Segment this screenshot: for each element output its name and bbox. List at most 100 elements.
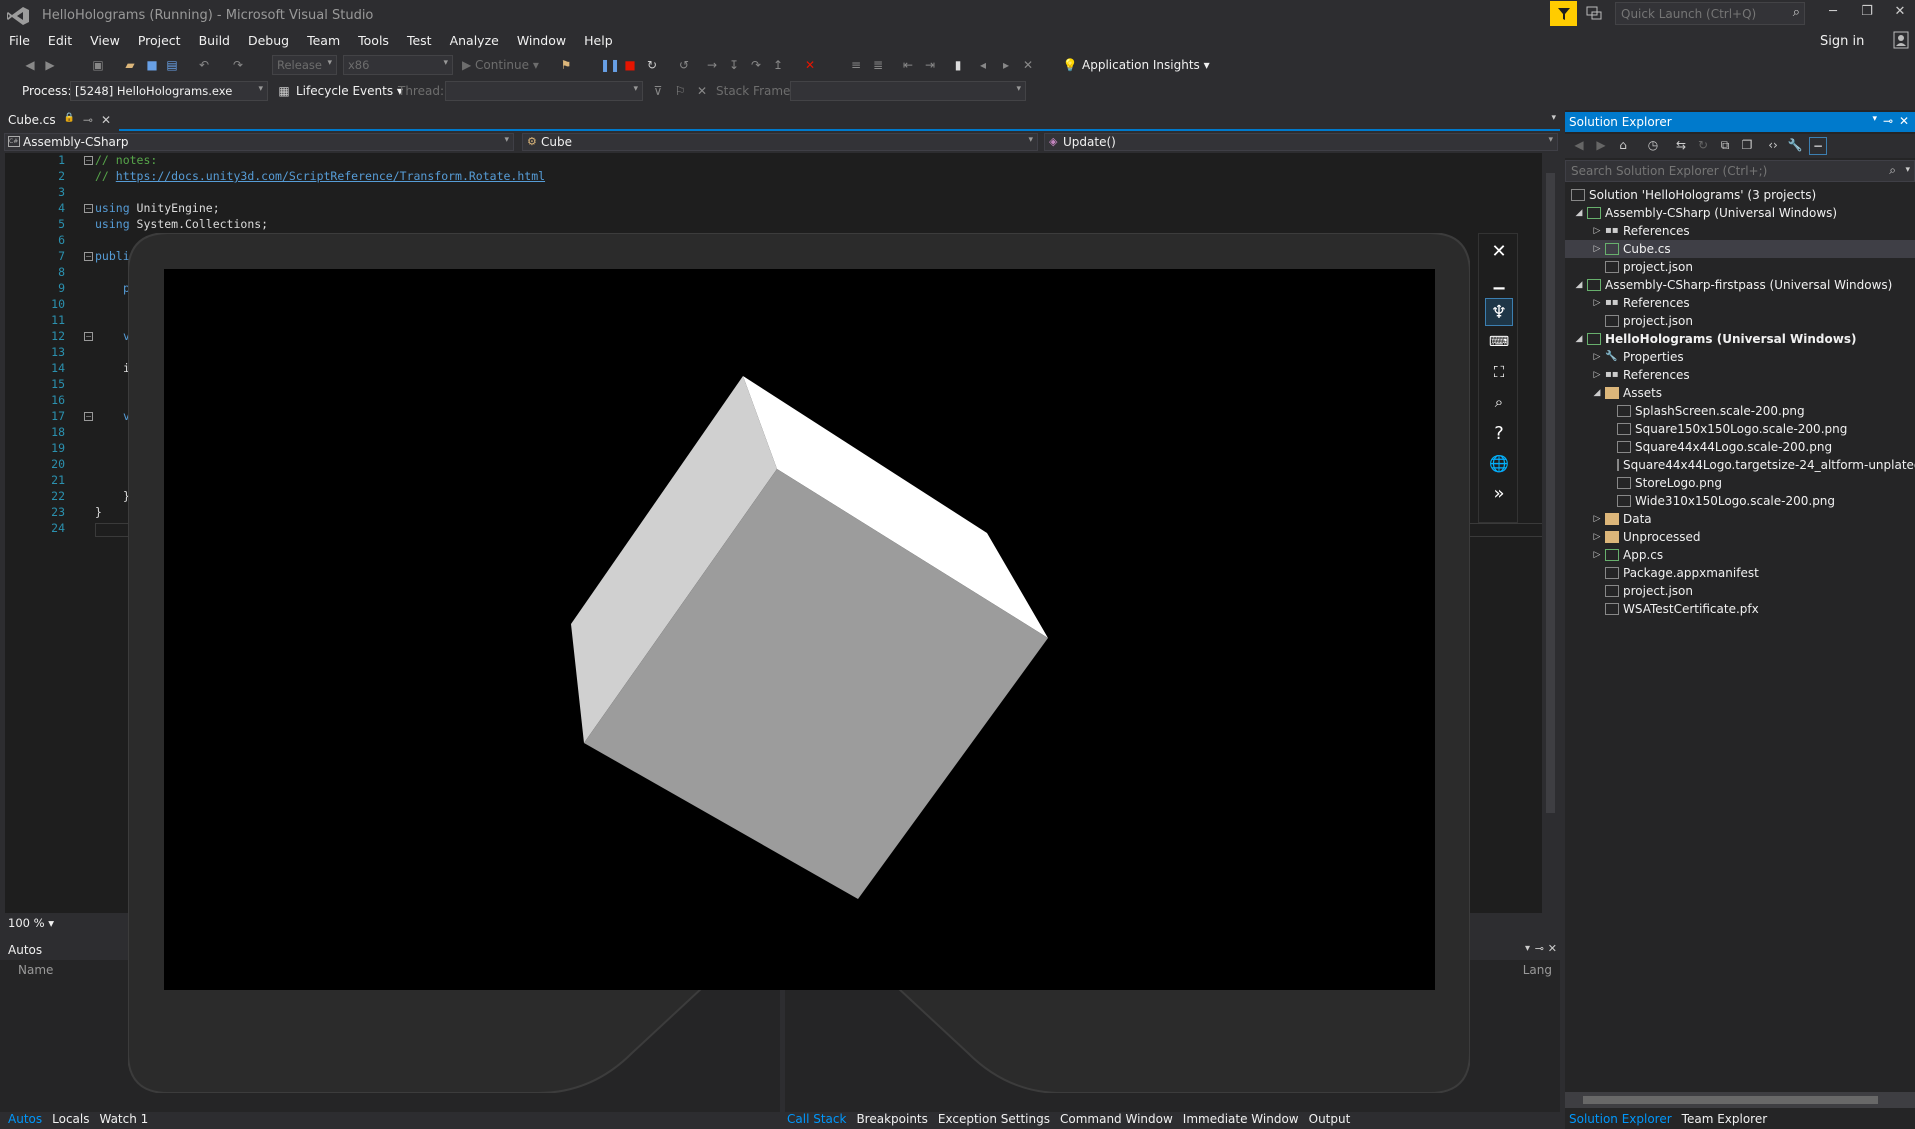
navigate-forward-icon[interactable]: ▶: [42, 57, 58, 73]
menu-view[interactable]: View: [81, 30, 129, 52]
tree-node-project[interactable]: ◢ Assembly-CSharp (Universal Windows): [1573, 204, 1838, 222]
back-icon[interactable]: ◀: [1571, 137, 1587, 153]
hololens-emulator-window[interactable]: [128, 233, 1470, 1093]
comment-icon[interactable]: ≡: [848, 57, 864, 73]
solution-explorer-search[interactable]: ⌕ ▾: [1565, 160, 1915, 182]
collapse-all-icon[interactable]: ⧉: [1717, 137, 1733, 153]
keyboard-icon[interactable]: ⌨: [1485, 328, 1513, 356]
tree-node-startup-project[interactable]: ◢ HelloHolograms (Universal Windows): [1573, 330, 1857, 348]
zoom-level-dropdown[interactable]: 100 % ▾: [8, 916, 54, 930]
account-icon[interactable]: [1892, 31, 1910, 49]
tree-node-file[interactable]: ▷ App.cs: [1591, 546, 1664, 564]
expand-arrow-icon[interactable]: ▷: [1591, 298, 1603, 308]
fit-screen-icon[interactable]: ⛶: [1485, 358, 1513, 386]
tree-node-file[interactable]: WSATestCertificate.pfx: [1603, 600, 1759, 618]
autos-name-column-header[interactable]: Name: [18, 963, 53, 977]
step-into-icon[interactable]: →: [704, 57, 720, 73]
minimize-window-button[interactable]: ─: [1818, 4, 1848, 26]
restore-window-button[interactable]: ❐: [1852, 4, 1882, 26]
collapse-arrow-icon[interactable]: ◢: [1573, 334, 1585, 344]
outdent-icon[interactable]: ⇥: [922, 57, 938, 73]
tree-node-image-file[interactable]: Square150x150Logo.scale-200.png: [1615, 420, 1847, 438]
tab-exception-settings[interactable]: Exception Settings: [938, 1111, 1050, 1129]
tree-node-image-file[interactable]: StoreLogo.png: [1615, 474, 1722, 492]
continue-button[interactable]: ▶ Continue ▾: [462, 58, 539, 72]
expand-arrow-icon[interactable]: ▷: [1591, 226, 1603, 236]
view-code-icon[interactable]: ‹›: [1765, 137, 1781, 153]
close-window-button[interactable]: ✕: [1885, 4, 1915, 26]
new-project-icon[interactable]: ▣: [90, 57, 106, 73]
tab-solution-explorer[interactable]: Solution Explorer: [1565, 1111, 1672, 1129]
redo-icon[interactable]: ↷: [230, 57, 246, 73]
tree-node-file[interactable]: project.json: [1603, 582, 1693, 600]
tab-overflow-icon[interactable]: ▾: [1551, 113, 1556, 123]
attach-process-icon[interactable]: ⚑: [558, 57, 574, 73]
close-panel-icon[interactable]: ✕: [1899, 114, 1909, 128]
menu-tools[interactable]: Tools: [349, 30, 398, 52]
tree-node-image-file[interactable]: Wide310x150Logo.scale-200.png: [1615, 492, 1835, 510]
collapse-arrow-icon[interactable]: ◢: [1573, 280, 1585, 290]
menu-team[interactable]: Team: [298, 30, 349, 52]
expand-arrow-icon[interactable]: ▷: [1591, 370, 1603, 380]
thread-dropdown[interactable]: ▾: [445, 81, 643, 101]
expand-arrow-icon[interactable]: ▷: [1591, 550, 1603, 560]
tab-autos[interactable]: Autos: [8, 1111, 42, 1129]
person-input-icon[interactable]: ♆: [1485, 298, 1513, 326]
navigate-back-icon[interactable]: ◀: [22, 57, 38, 73]
show-next-statement-icon[interactable]: ↺: [676, 57, 692, 73]
tree-node-folder[interactable]: ▷ Unprocessed: [1591, 528, 1701, 546]
pending-changes-filter-icon[interactable]: ◷: [1645, 137, 1661, 153]
notifications-filter-icon[interactable]: [1550, 1, 1577, 26]
preview-selected-icon[interactable]: −: [1809, 137, 1827, 155]
step-out-icon[interactable]: ↷: [748, 57, 764, 73]
tree-node-image-file[interactable]: Square44x44Logo.scale-200.png: [1615, 438, 1832, 456]
editor-vertical-scrollbar[interactable]: [1542, 153, 1560, 913]
expand-arrow-icon[interactable]: ▷: [1591, 244, 1603, 254]
tree-node-image-file[interactable]: SplashScreen.scale-200.png: [1615, 402, 1805, 420]
solution-explorer-horizontal-scrollbar[interactable]: [1565, 1092, 1915, 1108]
search-icon[interactable]: ⌕: [1889, 163, 1896, 178]
tab-call-stack[interactable]: Call Stack: [787, 1111, 846, 1129]
tab-output[interactable]: Output: [1309, 1111, 1351, 1129]
tree-node-references[interactable]: ▷ ▪▪ References: [1591, 366, 1690, 384]
properties-icon[interactable]: 🔧: [1787, 137, 1803, 153]
pin-icon[interactable]: ⊸: [1883, 114, 1893, 128]
pin-icon[interactable]: ⊸: [1535, 942, 1544, 955]
tab-locals[interactable]: Locals: [52, 1111, 89, 1129]
tree-node-image-file[interactable]: Square44x44Logo.targetsize-24_altform-un…: [1615, 456, 1915, 474]
code-link[interactable]: https://docs.unity3d.com/ScriptReference…: [116, 169, 545, 183]
tree-node-file[interactable]: project.json: [1603, 312, 1693, 330]
show-all-files-icon[interactable]: ❐: [1739, 137, 1755, 153]
scrollbar-thumb[interactable]: [1546, 173, 1555, 813]
language-column-header[interactable]: Lang: [1523, 963, 1552, 977]
open-file-icon[interactable]: ▰: [122, 57, 138, 73]
expand-arrow-icon[interactable]: ▷: [1591, 352, 1603, 362]
tab-immediate-window[interactable]: Immediate Window: [1183, 1111, 1299, 1129]
tab-watch-1[interactable]: Watch 1: [99, 1111, 148, 1129]
emulator-viewport[interactable]: [164, 269, 1435, 990]
tab-breakpoints[interactable]: Breakpoints: [856, 1111, 927, 1129]
application-insights-button[interactable]: Application Insights ▾: [1082, 58, 1210, 72]
quick-launch-input[interactable]: [1616, 3, 1776, 24]
unflag-threads-icon[interactable]: ✕: [694, 83, 710, 99]
lifecycle-events-dropdown[interactable]: Lifecycle Events ▾: [296, 84, 403, 98]
menu-edit[interactable]: Edit: [39, 30, 81, 52]
close-panel-icon[interactable]: ✕: [1548, 942, 1557, 955]
panel-options-icon[interactable]: ▾: [1525, 943, 1530, 954]
tree-node-solution[interactable]: Solution 'HelloHolograms' (3 projects): [1569, 186, 1816, 204]
break-all-icon[interactable]: ❚❚: [600, 57, 620, 73]
tree-node-properties[interactable]: ▷ 🔧 Properties: [1591, 348, 1684, 366]
tab-cube-cs[interactable]: Cube.cs 🔒 ⊸ ✕: [0, 110, 119, 131]
hot-path-icon[interactable]: ✕: [802, 57, 818, 73]
fold-toggle-icon[interactable]: −: [84, 204, 93, 213]
class-nav-dropdown[interactable]: ⚙ Cube ▾: [522, 133, 1038, 151]
tree-node-folder[interactable]: ▷ Data: [1591, 510, 1652, 528]
forward-icon[interactable]: ▶: [1593, 137, 1609, 153]
tree-node-file[interactable]: project.json: [1603, 258, 1693, 276]
flag-threads-icon[interactable]: ⚐: [672, 83, 688, 99]
tree-node-folder[interactable]: ◢ Assets: [1591, 384, 1663, 402]
refresh-icon[interactable]: ↻: [1695, 137, 1711, 153]
tab-command-window[interactable]: Command Window: [1060, 1111, 1173, 1129]
menu-file[interactable]: File: [0, 30, 39, 52]
uncomment-icon[interactable]: ≣: [870, 57, 886, 73]
